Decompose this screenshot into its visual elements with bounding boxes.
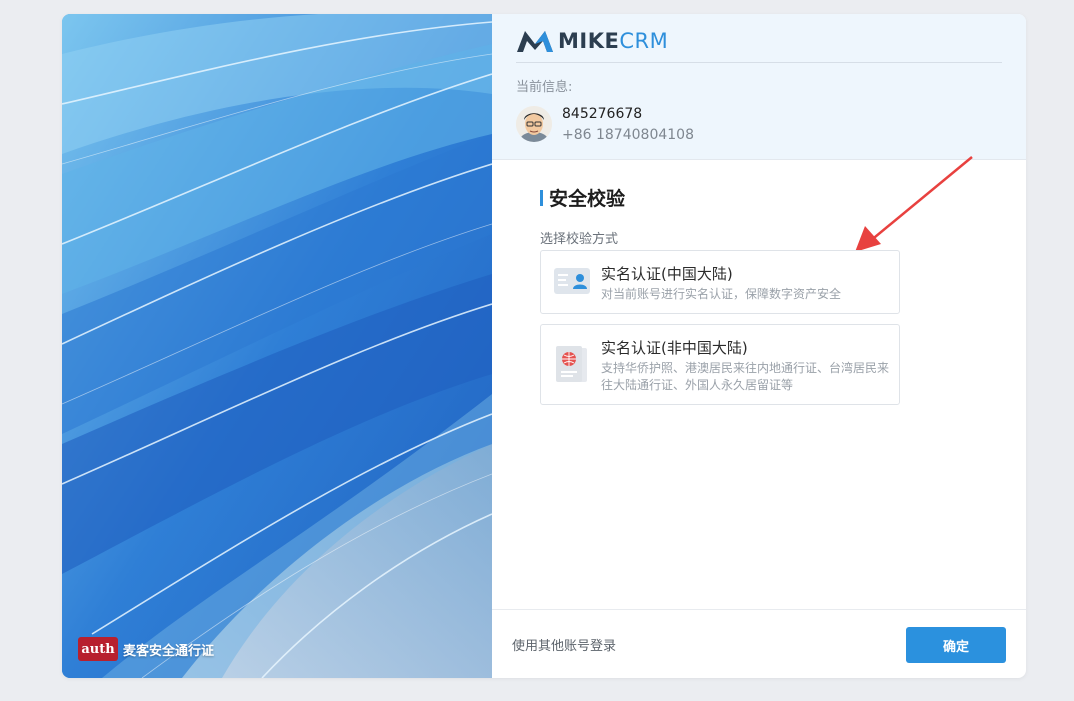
annotation-arrow-icon <box>855 156 973 252</box>
wave-illustration <box>62 14 492 678</box>
option-title: 实名认证(中国大陆) <box>601 265 733 283</box>
confirm-button[interactable]: 确定 <box>906 627 1006 663</box>
account-header: MIKECRM 当前信息: 845276678 +86 18740804108 <box>492 14 1026 160</box>
current-info-label: 当前信息: <box>516 80 573 95</box>
brand-name-crm: CRM <box>619 28 669 53</box>
method-label: 选择校验方式 <box>540 232 619 247</box>
verification-panel: MIKECRM 当前信息: 845276678 +86 18740804108 <box>492 14 1026 678</box>
user-phone: +86 18740804108 <box>562 127 694 143</box>
auth-logo: auth <box>78 637 118 661</box>
auth-badge: auth 麦客安全通行证 <box>78 637 214 661</box>
section-title: 安全校验 <box>540 184 625 211</box>
option-title: 实名认证(非中国大陆) <box>601 339 748 357</box>
id-card-icon <box>554 268 590 294</box>
page-title: 安全校验 <box>549 188 626 210</box>
avatar-icon <box>516 106 552 142</box>
auth-label: 麦客安全通行证 <box>123 643 215 659</box>
option-description: 支持华侨护照、港澳居民来往内地通行证、台湾居民来往大陆通行证、外国人永久居留证等 <box>601 361 890 392</box>
avatar <box>516 106 552 142</box>
decorative-artwork: auth 麦客安全通行证 <box>62 14 492 678</box>
user-id: 845276678 <box>562 106 643 122</box>
auth-card: auth 麦客安全通行证 MIKECRM 当前信息: 845276678 +86… <box>62 14 1026 678</box>
brand-name-mike: MIKE <box>558 28 620 53</box>
other-account-login-link[interactable]: 使用其他账号登录 <box>512 635 616 654</box>
mikecrm-logo-icon <box>517 31 553 52</box>
section-title-marker <box>540 189 543 206</box>
header-divider <box>516 62 1002 63</box>
option-non-mainland-verification[interactable]: 实名认证(非中国大陆) 支持华侨护照、港澳居民来往内地通行证、台湾居民来往大陆通… <box>540 324 900 405</box>
passport-icon <box>556 346 587 382</box>
option-mainland-verification[interactable]: 实名认证(中国大陆) 对当前账号进行实名认证，保障数字资产安全 <box>540 250 900 314</box>
brand-logo: MIKECRM <box>516 28 668 54</box>
panel-footer: 使用其他账号登录 确定 <box>492 609 1026 678</box>
option-description: 对当前账号进行实名认证，保障数字资产安全 <box>601 287 842 301</box>
